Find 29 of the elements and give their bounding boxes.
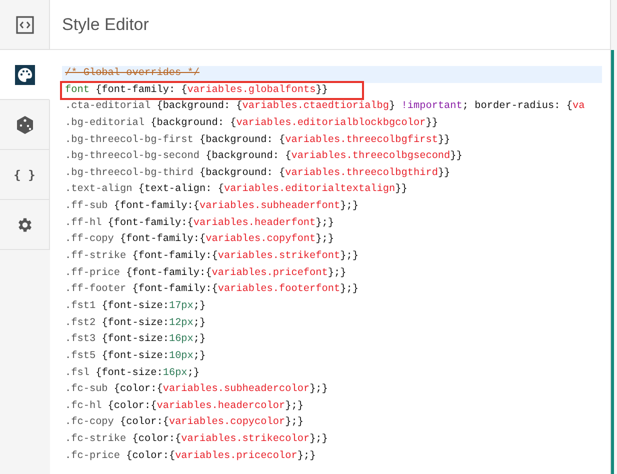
code-line: .fst1 {font-size:17px;} (65, 300, 206, 314)
code-icon (16, 16, 34, 34)
code-line: /* Global overrides */ (65, 66, 200, 81)
code-line: .ff-footer {font-family:{variables.footerfont};} (65, 282, 358, 298)
cube-icon (14, 114, 34, 134)
code-line: .fc-copy {color:{variables.copycolor};} (65, 416, 304, 430)
palette-icon (14, 64, 34, 84)
code-line: .bg-threecol-bg-third {background: {variables.threecolbgthird}} (65, 166, 450, 181)
code-line: .fst3 {font-size:16px;} (65, 332, 206, 348)
code-line: .ff-strike {font-family:{variables.strikefont};} (65, 250, 358, 264)
code-line: .fst5 {font-size:10px;} (65, 350, 206, 364)
code-line: .fc-price {color:{variables.pricecolor};} (65, 450, 316, 464)
code-line: .ff-hl {font-family:{variables.headerfont};} (65, 216, 334, 231)
code-line: .fc-sub {color:{variables.subheadercolor};} (65, 382, 328, 398)
code-line: font {font-family: {variables.globalfonts}} (62, 82, 362, 98)
gear-icon (16, 216, 34, 234)
code-line: .text-align {text-align: {variables.editorialtextalign}} (65, 182, 408, 198)
code-line: .fst2 {font-size:12px;} (65, 316, 206, 331)
code-line: .ff-price {font-family:{variables.pricefont};} (65, 266, 346, 281)
code-line: .ff-sub {font-family:{variables.subheaderfont};} (65, 200, 358, 214)
editor-title: Style Editor (62, 14, 149, 34)
code-line: .fc-strike {color:{variables.strikecolor};} (65, 432, 328, 448)
code-line: .cta-editorial {background: {variables.ctaedtiorialbg} !important; border-radius: {va (65, 100, 585, 114)
code-line: .ff-copy {font-family:{variables.copyfont};} (65, 232, 334, 248)
code-line: .bg-editorial {background: {variables.editorialblockbgcolor}} (65, 116, 438, 131)
code-line: .fc-hl {color:{variables.headercolor};} (65, 400, 304, 414)
code-line: .bg-threecol-bg-second {background: {variables.threecolbgsecond}} (65, 150, 462, 164)
code-line: .bg-threecol-bg-first {background: {variables.threecolbgfirst}} (65, 134, 450, 148)
code-line: .fsl {font-size:16px;} (65, 366, 200, 381)
